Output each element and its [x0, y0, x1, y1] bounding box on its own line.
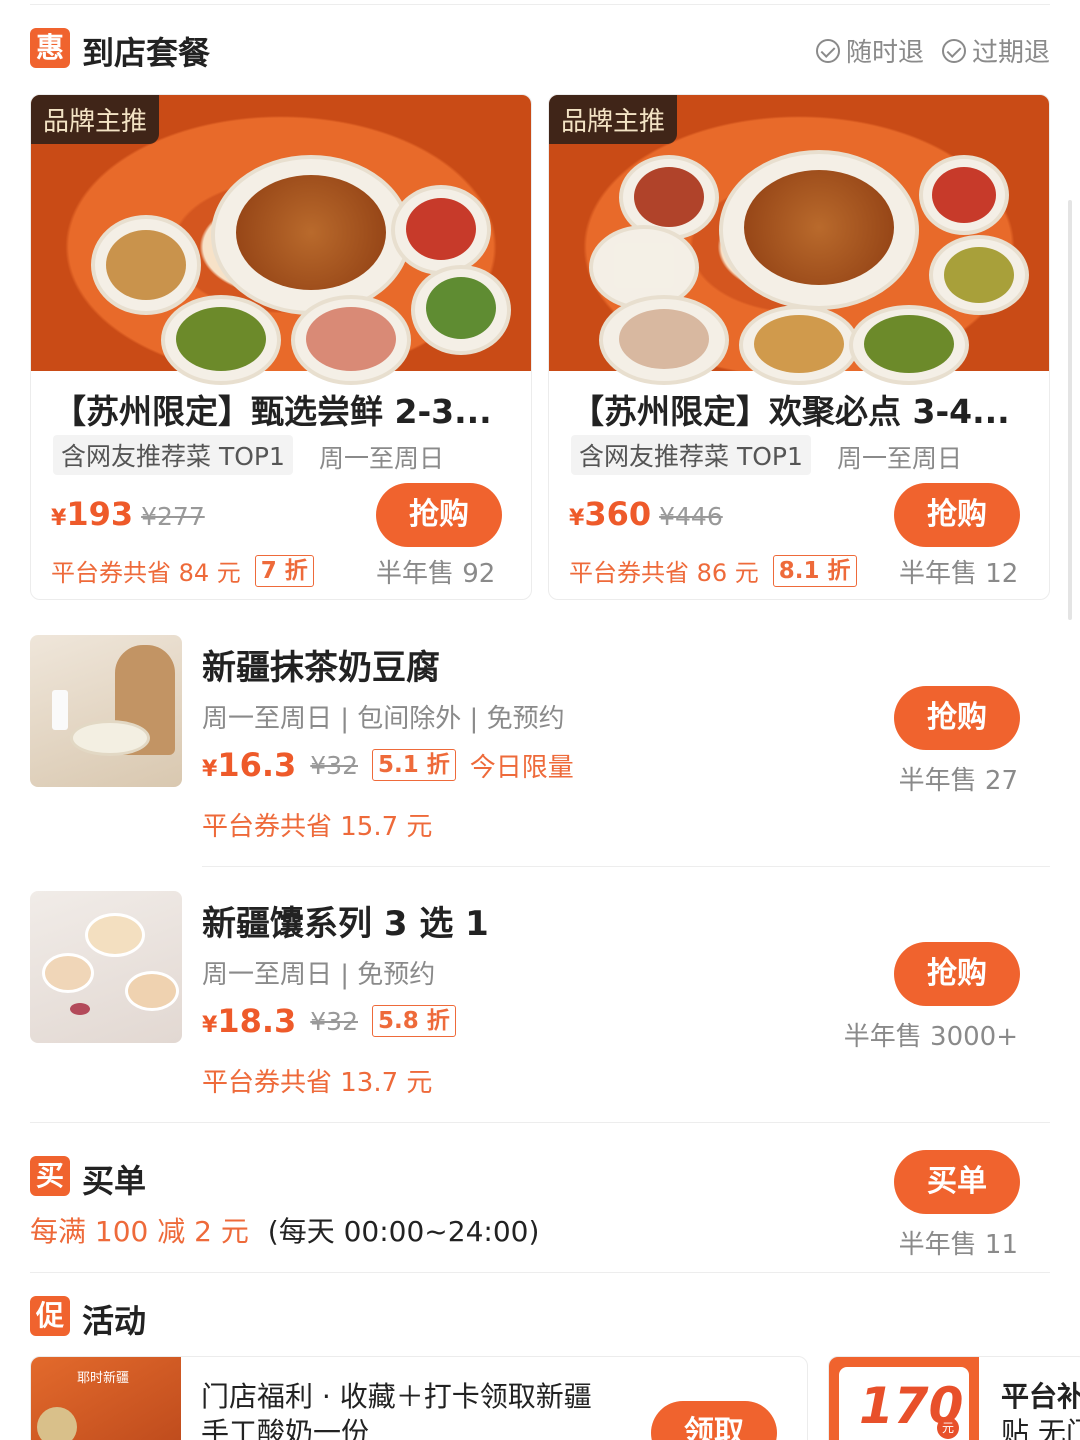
- item-usage-rules: 周一至周日 | 包间除外 | 免预约: [202, 704, 565, 734]
- package-days: 周一至周日: [319, 444, 445, 473]
- package-price-row: ¥360 ¥446: [569, 495, 723, 533]
- package-save-row: 平台券共省 86 元 8.1 折: [569, 553, 857, 588]
- price: ¥193: [51, 495, 134, 533]
- item-price-row: ¥18.3 ¥32 5.8 折: [202, 1002, 456, 1040]
- original-price: ¥446: [659, 502, 723, 531]
- package-tag: 含网友推荐菜 TOP1: [53, 435, 293, 475]
- package-card-2[interactable]: 品牌主推 【苏州限定】欢聚必点 3-4... 含网友推荐菜 TOP1 周一至周日…: [548, 94, 1050, 600]
- section-divider: [30, 1122, 1050, 1123]
- original-price: ¥32: [310, 750, 358, 780]
- coupon-thumbnail: 170 元: [829, 1357, 979, 1440]
- buy-button[interactable]: 抢购: [894, 483, 1020, 547]
- coupon-savings: 平台券共省 13.7 元: [202, 1068, 433, 1098]
- bill-offer: 每满 100 减 2 元: [30, 1215, 249, 1248]
- bill-badge: 买: [30, 1156, 70, 1196]
- check-circle-icon: [941, 38, 966, 63]
- brand-recommend-tag: 品牌主推: [31, 95, 160, 144]
- discount-badge: 5.8 折: [371, 1005, 456, 1037]
- sold-count: 半年售 3000+: [843, 1022, 1018, 1052]
- package-title: 【苏州限定】欢聚必点 3-4...: [571, 392, 1010, 431]
- sold-count: 半年售 27: [898, 766, 1018, 796]
- top-divider: [30, 4, 1050, 5]
- bill-hours: (每天 00:00~24:00): [267, 1215, 540, 1248]
- item-thumbnail[interactable]: [30, 891, 182, 1043]
- price: ¥18.3: [202, 1002, 297, 1040]
- policy-anytime-refund: 随时退: [815, 32, 924, 69]
- discount-badge: 7 折: [254, 554, 314, 587]
- buy-button[interactable]: 抢购: [376, 483, 502, 547]
- package-days: 周一至周日: [837, 444, 963, 473]
- price: ¥360: [569, 495, 652, 533]
- item-price-row: ¥16.3 ¥32 5.1 折 今日限量: [202, 746, 574, 784]
- scrollbar[interactable]: [1068, 200, 1072, 620]
- coupon-unit: 元: [937, 1417, 959, 1439]
- bill-section-title: 买单: [82, 1162, 147, 1200]
- item-thumbnail[interactable]: [30, 635, 182, 787]
- price: ¥16.3: [202, 746, 297, 784]
- daily-limit-label: 今日限量: [469, 752, 574, 783]
- discount-badge: 5.1 折: [371, 749, 456, 781]
- package-save-row: 平台券共省 84 元 7 折: [51, 553, 314, 588]
- claim-button[interactable]: 领取: [651, 1401, 777, 1440]
- policy-expiry-refund: 过期退: [941, 32, 1050, 69]
- activity-title-line2: 手工酸奶一份: [201, 1416, 370, 1440]
- original-price: ¥32: [310, 1006, 358, 1036]
- activity-section-title: 活动: [82, 1302, 147, 1340]
- activity-badge: 促: [30, 1296, 70, 1336]
- item-divider: [202, 866, 1050, 867]
- coupon-savings: 平台券共省 84 元: [51, 559, 241, 587]
- original-price: ¥277: [141, 502, 205, 531]
- brand-recommend-tag: 品牌主推: [549, 95, 678, 144]
- sold-count: 半年售 11: [898, 1230, 1018, 1260]
- deal-badge: 惠: [30, 28, 70, 68]
- buy-button[interactable]: 抢购: [894, 686, 1020, 750]
- check-circle-icon: [815, 38, 840, 63]
- activity-card-platform-subsidy[interactable]: 170 元 平台补 贴 无门: [828, 1356, 1080, 1440]
- package-price-row: ¥193 ¥277: [51, 495, 205, 533]
- activity-title-line1: 门店福利 · 收藏＋打卡领取新疆: [201, 1380, 592, 1413]
- package-title: 【苏州限定】甄选尝鲜 2-3...: [53, 392, 492, 431]
- coupon-savings: 平台券共省 86 元: [569, 559, 759, 587]
- item-title[interactable]: 新疆抹茶奶豆腐: [202, 640, 440, 689]
- section-divider: [30, 1272, 1050, 1273]
- buy-button[interactable]: 抢购: [894, 942, 1020, 1006]
- discount-badge: 8.1 折: [772, 554, 857, 587]
- coupon-savings: 平台券共省 15.7 元: [202, 812, 433, 842]
- deal-section-title: 到店套餐: [82, 34, 211, 72]
- activity-card-store-benefit[interactable]: 耶时新疆 门店福利 · 收藏＋打卡领取新疆 手工酸奶一份 领取: [30, 1356, 808, 1440]
- pay-bill-button[interactable]: 买单: [894, 1150, 1020, 1214]
- sold-count: 半年售 12: [899, 559, 1019, 589]
- refund-policies: 随时退 过期退: [815, 32, 1050, 69]
- subsidy-title-line1: 平台补: [1001, 1380, 1080, 1413]
- item-usage-rules: 周一至周日 | 免预约: [202, 960, 436, 990]
- bill-offer-row: 每满 100 减 2 元 (每天 00:00~24:00): [30, 1210, 539, 1250]
- sold-count: 半年售 92: [376, 559, 496, 589]
- item-title[interactable]: 新疆馕系列 3 选 1: [202, 896, 489, 945]
- package-tag: 含网友推荐菜 TOP1: [571, 435, 811, 475]
- subsidy-title-line2: 贴 无门: [1001, 1416, 1080, 1440]
- package-card-1[interactable]: 品牌主推 【苏州限定】甄选尝鲜 2-3... 含网友推荐菜 TOP1 周一至周日…: [30, 94, 532, 600]
- activity-thumbnail: 耶时新疆: [31, 1357, 181, 1440]
